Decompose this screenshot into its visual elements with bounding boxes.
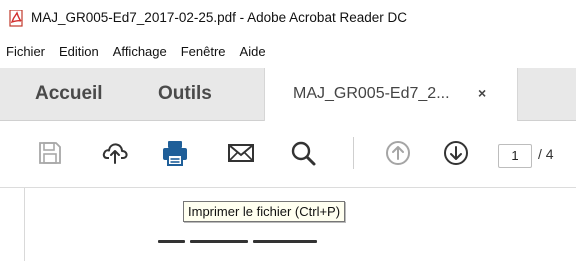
tab-home[interactable]: Accueil — [35, 83, 103, 105]
menu-edition[interactable]: Edition — [52, 44, 106, 59]
tab-document[interactable]: MAJ_GR005-Ed7_2... × — [264, 68, 518, 121]
tab-bar: Accueil Outils MAJ_GR005-Ed7_2... × — [0, 68, 576, 121]
window-titlebar: MAJ_GR005-Ed7_2017-02-25.pdf - Adobe Acr… — [0, 0, 576, 36]
document-text-line — [253, 240, 317, 243]
page-up-icon[interactable] — [384, 139, 412, 167]
menu-bar: Fichier Edition Affichage Fenêtre Aide — [0, 40, 576, 62]
tab-document-label: MAJ_GR005-Ed7_2... — [293, 85, 450, 102]
tab-tools[interactable]: Outils — [158, 83, 212, 105]
tab-close-icon[interactable]: × — [478, 85, 486, 101]
print-tooltip: Imprimer le fichier (Ctrl+P) — [183, 201, 346, 222]
toolbar: 1 / 4 — [0, 121, 576, 188]
toolbar-separator — [353, 137, 354, 169]
menu-affichage[interactable]: Affichage — [106, 44, 174, 59]
save-icon[interactable] — [36, 139, 64, 167]
document-area[interactable] — [0, 188, 576, 261]
menu-fichier[interactable]: Fichier — [0, 44, 52, 59]
acrobat-app-icon — [9, 10, 23, 27]
document-text-line — [190, 240, 248, 243]
page-total: / 4 — [538, 146, 554, 162]
page-number-input[interactable]: 1 — [498, 144, 532, 168]
page-down-icon[interactable] — [442, 139, 470, 167]
window-title: MAJ_GR005-Ed7_2017-02-25.pdf - Adobe Acr… — [31, 10, 407, 25]
search-icon[interactable] — [289, 139, 317, 167]
menu-aide[interactable]: Aide — [233, 44, 273, 59]
page-left-edge — [24, 188, 25, 261]
menu-fenetre[interactable]: Fenêtre — [174, 44, 233, 59]
cloud-upload-icon[interactable] — [101, 139, 129, 167]
print-icon[interactable] — [161, 139, 189, 167]
document-text-line — [158, 240, 185, 243]
mail-icon[interactable] — [227, 139, 255, 167]
